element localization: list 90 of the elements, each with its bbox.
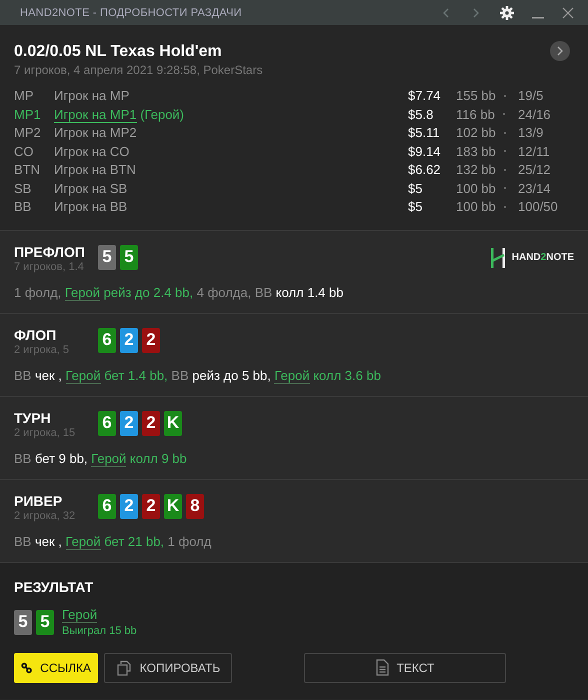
winner-link[interactable]: Герой [62, 606, 98, 622]
player-stats: 100/50 [518, 198, 559, 216]
playing-card: 2 [142, 328, 160, 352]
player-position: MP1 [14, 106, 42, 123]
document-icon [376, 659, 389, 676]
hand-subtitle: 7 игроков, 4 апреля 2021 9:28:58, PokerStars [14, 63, 263, 77]
player-stats: 13/9 [518, 124, 544, 142]
playing-card: 6 [98, 494, 116, 518]
stack-bb: 132 bb [456, 161, 496, 178]
player-name[interactable]: Игрок на MP1 [54, 106, 137, 122]
logo-icon [490, 248, 506, 268]
street-subtitle: 2 игрока, 5 [14, 344, 70, 356]
chevron-icon [443, 8, 449, 18]
player-stack: $5.8 [408, 106, 434, 123]
hand-title: 0.02/0.05 NL Texas Hold'em [14, 43, 223, 61]
playing-card: 6 [98, 410, 116, 436]
stack-bb: 116 bb [456, 106, 495, 123]
playing-card: K [164, 494, 182, 518]
player-stack: $5 [408, 198, 424, 216]
hero-link[interactable]: Герой [66, 368, 101, 384]
player-stack: $9.14 [408, 142, 442, 160]
playing-card: 2 [120, 328, 138, 352]
playing-card: 5 [98, 244, 116, 270]
settings-icon [500, 6, 514, 20]
playing-card: 6 [98, 328, 116, 352]
player-name[interactable]: Игрок на SB [54, 180, 128, 196]
hero-link[interactable]: Герой [274, 368, 310, 384]
hero-link[interactable]: Герой [91, 450, 126, 466]
playing-card: 2 [120, 410, 138, 436]
chevron-icon [473, 8, 479, 18]
minimize-icon [532, 16, 544, 18]
player-position: CO [14, 142, 34, 160]
stack-bb: 155 bb [456, 87, 496, 104]
playing-card: 2 [142, 494, 160, 518]
hero-tag: (Герой) [140, 106, 184, 122]
player-position: BB [14, 198, 32, 216]
player-stats: 19/5 [518, 87, 544, 104]
copy-button[interactable]: КОПИРОВАТЬ [104, 652, 232, 682]
stack-bb: 100 bb [456, 198, 496, 216]
link-button[interactable]: ССЫЛКА [14, 652, 98, 682]
playing-card: 5 [36, 610, 54, 634]
player-position: MP [14, 87, 34, 104]
player-stats: 24/16 [518, 106, 552, 123]
text-button[interactable]: ТЕКСТ [304, 652, 506, 682]
player-stats: 25/12 [518, 161, 552, 178]
playing-card: K [164, 410, 182, 436]
playing-card: 8 [186, 494, 204, 518]
player-stats: 12/11 [518, 142, 551, 160]
street-title: ТУРН [14, 410, 52, 426]
player-name[interactable]: Игрок на BTN [54, 162, 136, 177]
player-position: SB [14, 180, 32, 197]
playing-card: 5 [120, 244, 138, 270]
stack-bb: 183 bb [456, 142, 496, 160]
street-subtitle: 2 игрока, 15 [14, 426, 76, 438]
player-name[interactable]: Игрок на MP [54, 88, 130, 103]
player-position: MP2 [14, 124, 42, 142]
playing-card: 2 [142, 410, 160, 436]
stack-bb: 100 bb [456, 180, 496, 197]
player-stats: 23/14 [518, 180, 552, 197]
hero-link[interactable]: Герой [64, 284, 100, 300]
street-title: ФЛОП [14, 326, 58, 342]
hero-link[interactable]: Герой [66, 534, 101, 550]
player-name[interactable]: Игрок на MP2 [54, 125, 137, 140]
window-title: HAND2NOTE - ПОДРОБНОСТИ РАЗДАЧИ [20, 6, 243, 18]
copy-icon [116, 660, 132, 676]
close-icon [562, 6, 574, 18]
chevron-icon [557, 46, 563, 56]
result-outcome: Выиграл 15 bb [62, 624, 137, 636]
next-button[interactable] [550, 41, 570, 61]
player-position: BTN [14, 161, 41, 178]
chain-icon [21, 660, 32, 674]
player-stack: $7.74 [408, 87, 442, 104]
playing-card: 5 [14, 610, 32, 634]
action-line: BB чек , Герой бет 21 bb, 1 фолд [14, 534, 212, 548]
result-title: РЕЗУЛЬТАТ [14, 578, 94, 594]
action-line: 1 фолд, Герой рейз до 2.4 bb, 4 фолда, BB колл 1.4 bb [14, 284, 344, 300]
player-name[interactable]: Игрок на CO [54, 144, 130, 158]
action-line: BB чек , Герой бет 1.4 bb, BB рейз до 5 bb, Герой колл 3.6 bb [14, 368, 382, 382]
player-stack: $5 [408, 180, 424, 197]
logo-text: HAND2NOTE [512, 252, 574, 263]
player-stack: $5.11 [408, 124, 441, 142]
player-name[interactable]: Игрок на BB [54, 199, 128, 214]
stack-bb: 102 bb [456, 124, 496, 142]
playing-card: 2 [120, 494, 138, 518]
player-stack: $6.62 [408, 161, 442, 178]
street-title: РИВЕР [14, 492, 64, 508]
action-line: BB бет 9 bb, Герой колл 9 bb [14, 450, 188, 466]
street-title: ПРЕФЛОП [14, 244, 86, 260]
street-subtitle: 7 игроков, 1.4 [14, 260, 85, 272]
street-subtitle: 2 игрока, 32 [14, 510, 76, 522]
